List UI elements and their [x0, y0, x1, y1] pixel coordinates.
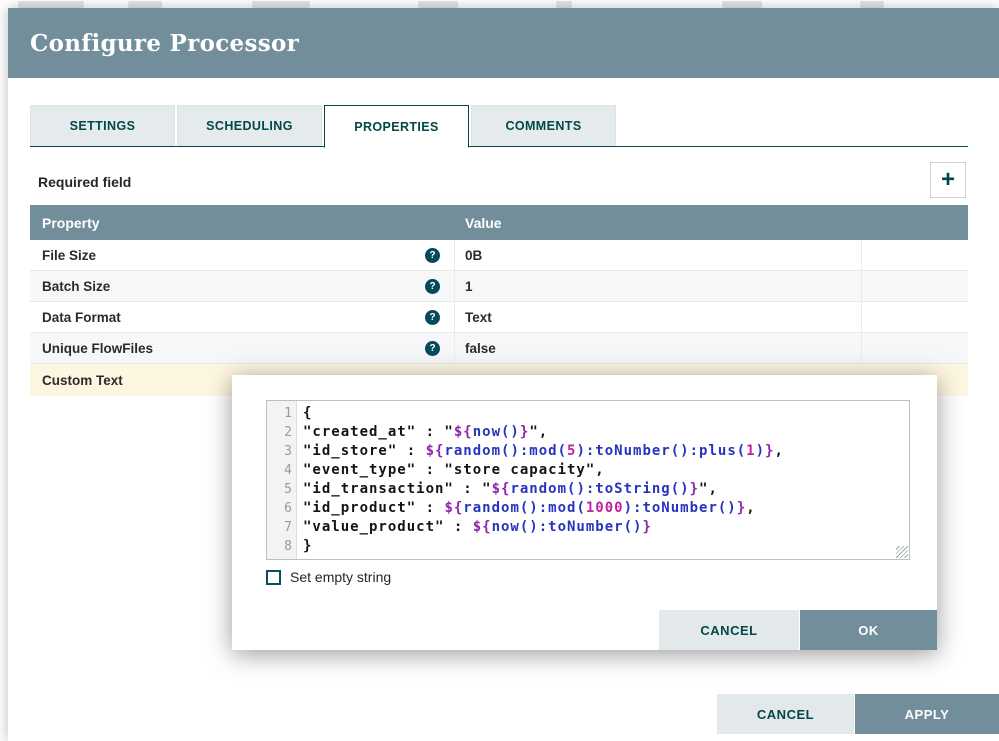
dialog-header: Configure Processor: [8, 8, 999, 78]
editor-ok-button[interactable]: OK: [800, 610, 937, 650]
help-icon[interactable]: ?: [425, 340, 440, 356]
tab-comments[interactable]: COMMENTS: [471, 105, 616, 146]
tab-properties[interactable]: PROPERTIES: [324, 105, 469, 148]
set-empty-string-checkbox[interactable]: [266, 569, 281, 585]
property-table: Property Value File Size? 0B Batch Size? 1 D…: [30, 205, 968, 396]
add-property-button[interactable]: +: [930, 162, 966, 198]
property-name: Batch Size: [42, 278, 111, 294]
tab-settings[interactable]: SETTINGS: [30, 105, 175, 146]
set-empty-string-row: Set empty string: [266, 569, 391, 585]
editor-gutter: 12345678: [267, 401, 297, 559]
property-table-header: Property Value: [30, 205, 968, 240]
canvas-icon: [556, 1, 572, 8]
help-icon[interactable]: ?: [425, 247, 440, 263]
tab-bar: SETTINGS SCHEDULING PROPERTIES COMMENTS: [30, 105, 968, 148]
property-name: Custom Text: [42, 372, 123, 388]
property-value[interactable]: Text: [465, 310, 492, 325]
configure-processor-dialog: Configure Processor SETTINGS SCHEDULING PR…: [8, 8, 999, 741]
editor-buttons: CANCEL OK: [659, 610, 937, 650]
editor-resize-handle[interactable]: [896, 546, 908, 558]
required-field-row: Required field +: [38, 160, 968, 200]
help-icon[interactable]: ?: [425, 309, 440, 325]
dialog-apply-button[interactable]: APPLY: [855, 694, 999, 734]
tab-scheduling[interactable]: SCHEDULING: [177, 105, 322, 146]
property-row[interactable]: Batch Size? 1: [30, 271, 968, 302]
canvas-icon: [18, 1, 84, 8]
column-header-property: Property: [42, 214, 100, 231]
code-editor[interactable]: 12345678 {"created_at" : "${now()}", "id_…: [266, 400, 910, 560]
required-field-label: Required field: [38, 174, 132, 190]
property-row[interactable]: File Size? 0B: [30, 240, 968, 271]
value-editor-popup: 12345678 {"created_at" : "${now()}", "id_…: [232, 375, 937, 650]
property-value[interactable]: 1: [465, 279, 473, 294]
canvas-icon: [722, 1, 762, 8]
canvas-icon: [128, 1, 162, 8]
property-name: Data Format: [42, 309, 121, 325]
property-name: File Size: [42, 247, 97, 263]
property-row[interactable]: Unique FlowFiles? false: [30, 333, 968, 364]
column-header-value: Value: [465, 214, 502, 231]
property-table-body: File Size? 0B Batch Size? 1 Data Format? Text…: [30, 240, 968, 396]
canvas-icon: [252, 1, 310, 8]
editor-code[interactable]: {"created_at" : "${now()}", "id_store" : …: [297, 401, 909, 559]
canvas-icon: [860, 1, 884, 8]
help-icon[interactable]: ?: [425, 278, 440, 294]
dialog-cancel-button[interactable]: CANCEL: [717, 694, 854, 734]
property-value[interactable]: false: [465, 341, 496, 356]
dialog-title: Configure Processor: [30, 29, 300, 57]
property-name: Unique FlowFiles: [42, 340, 154, 356]
property-value[interactable]: 0B: [465, 248, 482, 263]
nifi-page: Configure Processor SETTINGS SCHEDULING PR…: [0, 0, 999, 741]
property-row[interactable]: Data Format? Text: [30, 302, 968, 333]
canvas-icon: [418, 1, 458, 8]
dialog-footer: CANCEL APPLY: [717, 694, 999, 734]
set-empty-string-label: Set empty string: [290, 569, 392, 585]
editor-cancel-button[interactable]: CANCEL: [659, 610, 799, 650]
